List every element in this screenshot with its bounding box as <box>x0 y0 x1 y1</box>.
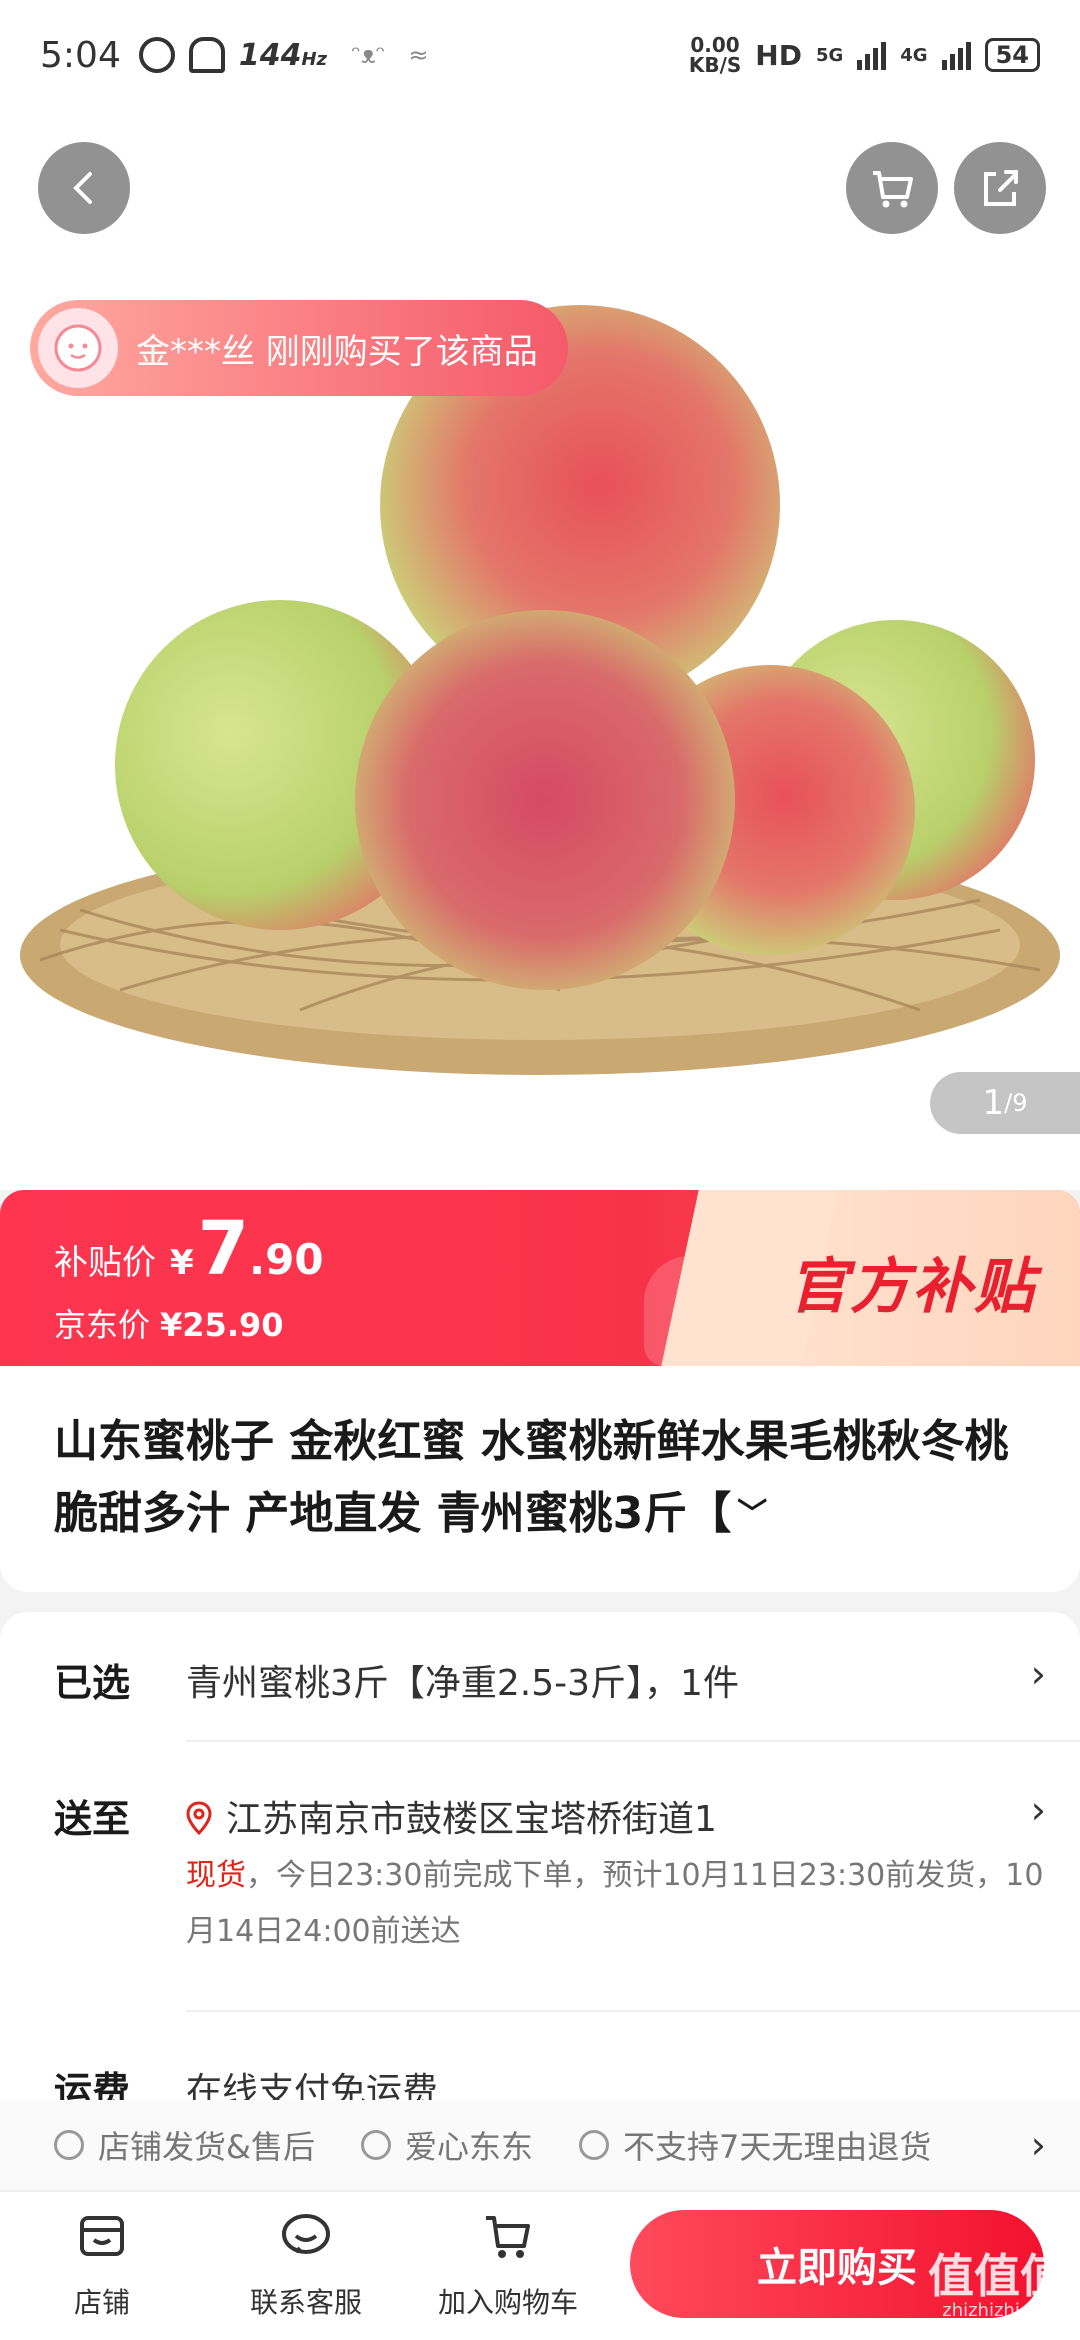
signal-icon <box>941 40 971 70</box>
notification-icons: ᵔᴥᵔ ≈ <box>351 40 429 69</box>
refresh-rate: 144Hz <box>238 37 328 73</box>
cart-icon <box>486 2216 530 2258</box>
divider <box>186 2010 1080 2012</box>
address: 江苏南京市鼓楼区宝塔桥街道1 <box>186 1790 717 1842</box>
battery-indicator: 54 <box>984 38 1040 72</box>
alarm-icon <box>138 37 175 73</box>
service-item: 店铺发货&售后 <box>54 2122 315 2168</box>
cart-button[interactable] <box>846 142 938 234</box>
selected-spec-row[interactable]: 已选 青州蜜桃3斤【净重2.5-3斤】，1件 › <box>0 1612 1080 1742</box>
store-tab[interactable]: 店铺 <box>12 2208 192 2321</box>
service-item: 爱心东东 <box>360 2122 533 2168</box>
bottom-action-bar: 店铺 联系客服 加入购物车 立即购买 <box>0 2190 1080 2340</box>
product-title-card[interactable]: 山东蜜桃子 金秋红蜜 水蜜桃新鲜水果毛桃秋冬桃 脆甜多汁 产地直发 青州蜜桃3斤… <box>0 1366 1080 1592</box>
service-item: 不支持7天无理由退货 <box>578 2122 931 2168</box>
store-icon <box>80 2216 124 2256</box>
chevron-left-icon <box>73 172 92 204</box>
selected-label: 已选 <box>54 1661 131 1705</box>
network-speed: 0.00 KB/S <box>688 33 742 77</box>
check-circle-icon <box>360 2130 391 2160</box>
peach-image <box>20 305 1060 1075</box>
product-image-carousel[interactable]: 金***丝 刚刚购买了该商品 1/9 <box>0 110 1080 1190</box>
jd-price: 京东价 ¥25.90 <box>54 1306 284 1344</box>
share-button[interactable] <box>954 142 1046 234</box>
recent-buyer-notice: 金***丝 刚刚购买了该商品 <box>30 300 568 396</box>
image-pager: 1/9 <box>930 1072 1080 1134</box>
services-row[interactable]: 店铺发货&售后 爱心东东 不支持7天无理由退货 › <box>0 2100 1080 2190</box>
subsidy-price: 补贴价 ¥ 7 .90 <box>54 1206 324 1292</box>
back-button[interactable] <box>38 142 130 234</box>
chevron-right-icon: › <box>1030 1788 1046 1832</box>
chevron-down-icon[interactable]: ﹀ <box>737 1497 767 1532</box>
status-bar: 5:04 144Hz ᵔᴥᵔ ≈ 0.00 KB/S HD 5G 4G 54 <box>0 0 1080 110</box>
chevron-right-icon: › <box>1030 1652 1046 1696</box>
avatar <box>38 308 118 388</box>
signal-icon <box>857 40 887 70</box>
buyer-notice-text: 金***丝 刚刚购买了该商品 <box>136 331 538 372</box>
cart-icon <box>873 171 913 208</box>
chat-icon <box>282 2214 330 2254</box>
watermark-url: zhizhizhi.com <box>942 2300 1064 2321</box>
stock-status: 现货 <box>186 1858 246 1893</box>
net-5g: 5G <box>815 44 844 66</box>
stock-info: 现货，今日23:30前完成下单，预计10月11日23:30前发货，10月14日2… <box>186 1848 1046 1960</box>
add-to-cart-tab[interactable]: 加入购物车 <box>418 2208 598 2321</box>
price-banner: 官方补贴 补贴价 ¥ 7 .90 京东价 ¥25.90 <box>0 1190 1080 1366</box>
info-circle-icon <box>578 2130 609 2160</box>
location-pin-icon <box>186 1801 212 1835</box>
customer-service-tab[interactable]: 联系客服 <box>216 2208 396 2321</box>
hd-indicator: HD <box>755 38 802 72</box>
user-face-icon <box>54 324 102 372</box>
share-icon <box>984 170 1018 206</box>
ship-to-label: 送至 <box>54 1797 131 1841</box>
official-subsidy-label: 官方补贴 <box>788 1252 1036 1322</box>
selected-value: 青州蜜桃3斤【净重2.5-3斤】，1件 <box>186 1663 739 1704</box>
net-4g: 4G <box>900 44 928 66</box>
status-time: 5:04 <box>40 34 121 76</box>
watermark: 值值值 <box>928 2249 1066 2303</box>
chevron-right-icon: › <box>1030 2123 1046 2167</box>
mute-bell-icon <box>188 37 225 73</box>
check-circle-icon <box>54 2130 84 2160</box>
product-title: 山东蜜桃子 金秋红蜜 水蜜桃新鲜水果毛桃秋冬桃 脆甜多汁 产地直发 青州蜜桃3斤… <box>54 1416 1009 1539</box>
stock-detail: ，今日23:30前完成下单，预计10月11日23:30前发货，10月14日24:… <box>186 1858 1044 1949</box>
